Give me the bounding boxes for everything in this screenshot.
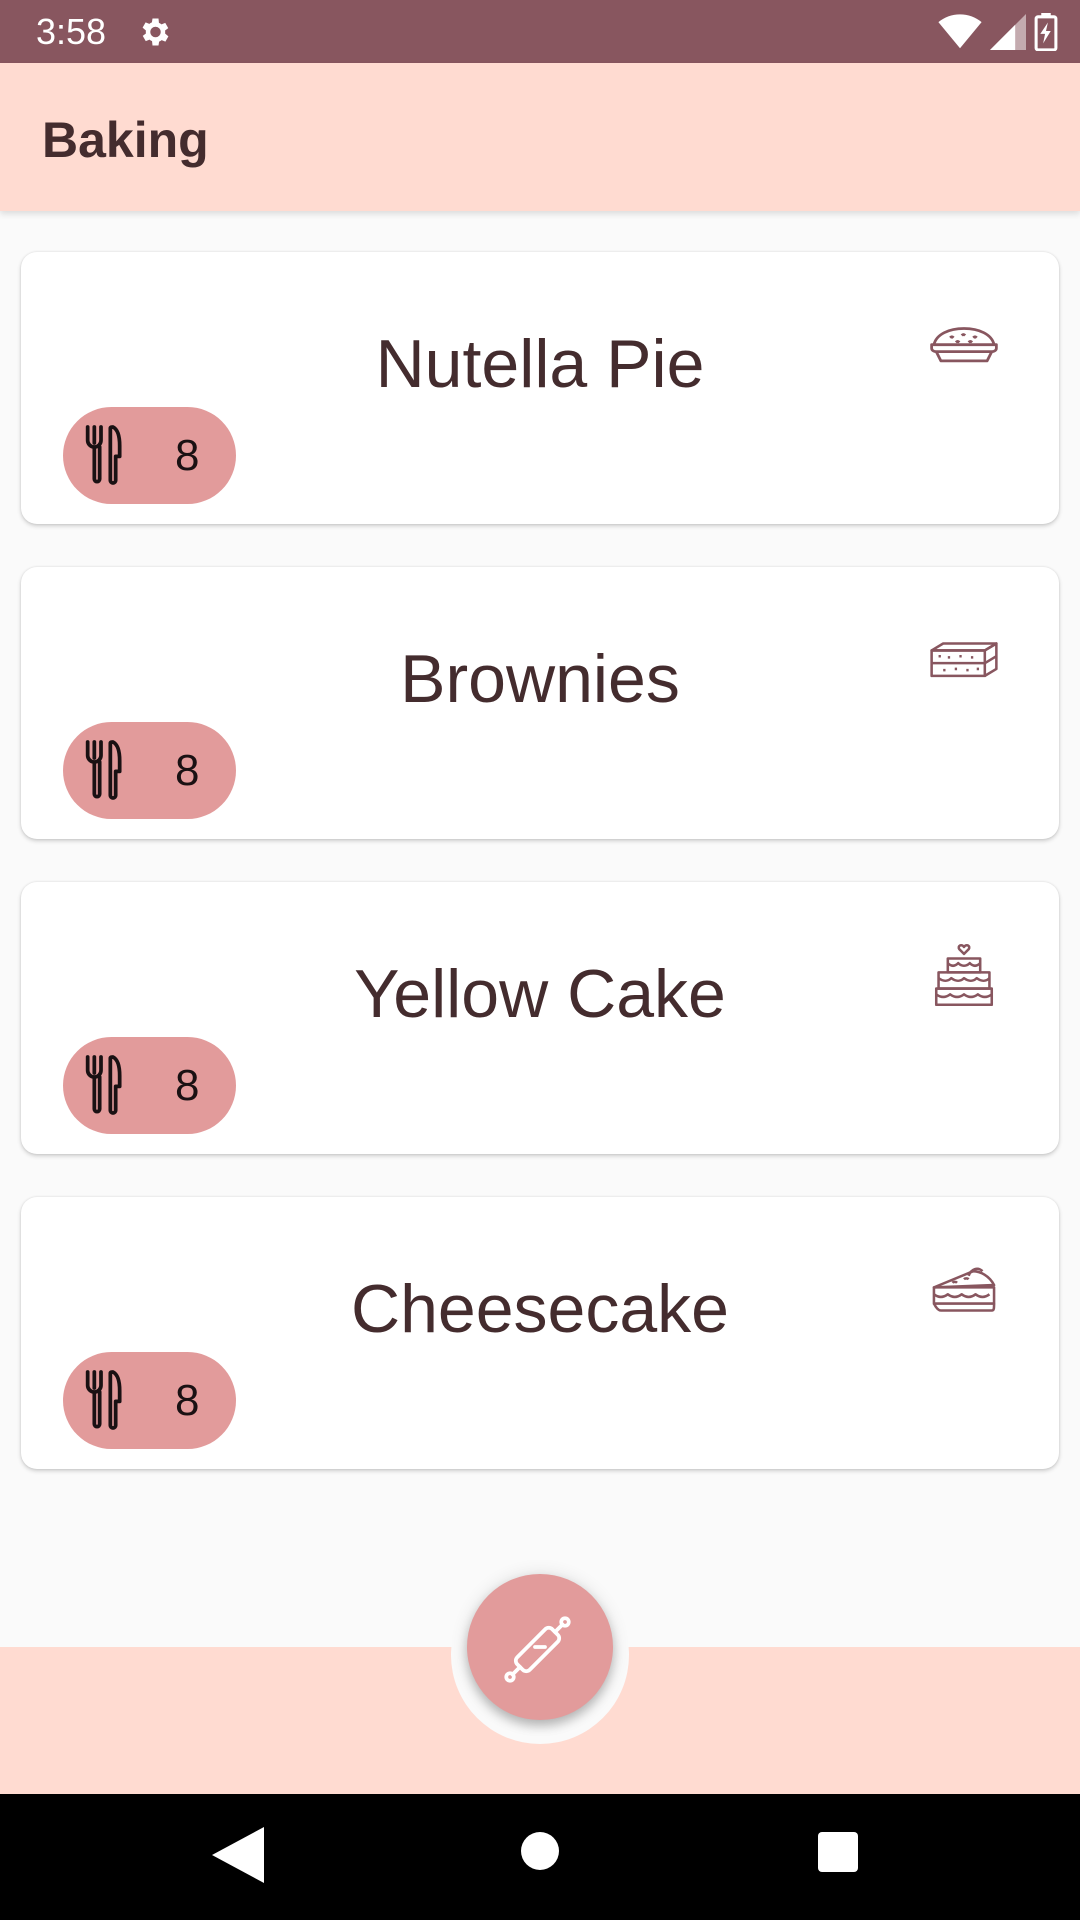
add-recipe-fab[interactable]	[467, 1574, 613, 1720]
servings-count: 8	[175, 746, 200, 795]
status-bar: 3:58	[0, 0, 1080, 63]
servings-count: 8	[175, 1061, 200, 1110]
recipe-card-brownies[interactable]: Brownies 8	[21, 567, 1059, 839]
wifi-icon	[938, 14, 982, 49]
cheesecake-slice-icon	[932, 1267, 996, 1312]
servings-count: 8	[175, 431, 200, 480]
battery-icon	[1034, 13, 1058, 51]
recipe-title: Brownies	[400, 641, 680, 717]
status-icons	[938, 12, 1058, 52]
pie-icon	[930, 327, 998, 363]
fork-knife-icon	[85, 1370, 122, 1430]
servings-chip: 8	[63, 722, 236, 819]
fork-knife-icon	[85, 1055, 122, 1115]
servings-chip: 8	[63, 1352, 236, 1449]
back-icon[interactable]	[212, 1827, 264, 1883]
recipe-card-cheesecake[interactable]: Cheesecake 8	[21, 1197, 1059, 1469]
layer-cake-icon	[934, 943, 994, 1007]
settings-gear-icon	[142, 18, 169, 46]
status-time: 3:58	[36, 11, 107, 52]
fork-knife-icon	[85, 425, 122, 485]
recipe-title: Nutella Pie	[375, 326, 705, 402]
page-title: Baking	[42, 112, 209, 168]
recipe-title: Yellow Cake	[354, 956, 726, 1032]
recipe-title: Cheesecake	[350, 1271, 730, 1347]
recipe-card-yellow-cake[interactable]: Yellow Cake 8	[21, 882, 1059, 1154]
servings-count: 8	[175, 1376, 200, 1425]
cellular-signal-icon	[990, 14, 1026, 50]
system-nav-bar	[0, 1794, 1080, 1920]
top-app-bar: Baking	[0, 63, 1080, 211]
fork-knife-icon	[85, 740, 122, 800]
brownie-icon	[930, 642, 998, 678]
servings-chip: 8	[63, 1037, 236, 1134]
recipe-card-nutella-pie[interactable]: Nutella Pie 8	[21, 252, 1059, 524]
home-icon[interactable]	[521, 1832, 559, 1870]
rolling-pin-icon	[504, 1616, 571, 1683]
recent-apps-icon[interactable]	[818, 1832, 858, 1872]
servings-chip: 8	[63, 407, 236, 504]
